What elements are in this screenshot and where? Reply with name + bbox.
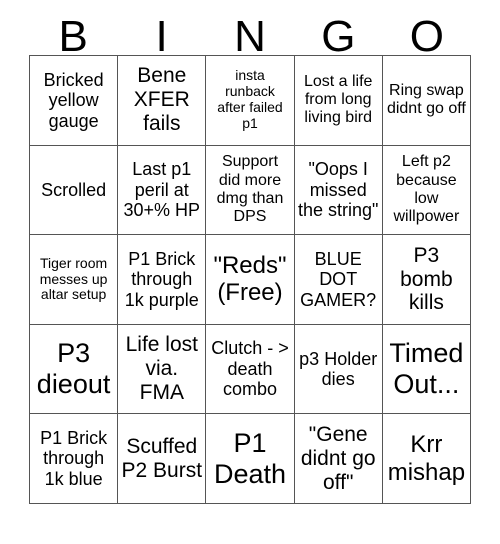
bingo-cell[interactable]: Left p2 because low willpower [382,145,471,236]
bingo-cell[interactable]: Ring swap didnt go off [382,56,471,146]
bingo-cell[interactable]: insta runback after failed p1 [206,56,295,146]
bingo-cell-label: P1 Brick through 1k blue [40,427,108,489]
bingo-cell[interactable]: Bricked yellow gauge [30,56,119,146]
bingo-cell-label: Scuffed P2 Burst [121,434,203,482]
bingo-cell[interactable]: Last p1 peril at 30+% HP [118,145,207,236]
bingo-cell-label: BLUE DOT GAMER? [300,248,377,310]
bingo-cell[interactable]: p3 Holder dies [294,324,383,415]
bingo-cell[interactable]: P1 Brick through 1k blue [30,414,119,504]
bingo-cell-label: Left p2 because low willpower [393,153,460,226]
bingo-cell-label: Clutch - > death combo [211,338,289,400]
bingo-cell-label: P1 Brick through 1k purple [124,248,199,310]
bingo-cell[interactable]: Lost a life from long living bird [294,56,383,146]
bingo-cell-label: Tiger room messes up altar setup [39,254,108,303]
bingo-cell[interactable]: P1 Death [206,414,295,504]
bingo-cell[interactable]: Life lost via. FMA [118,324,207,415]
bingo-cell-label: Last p1 peril at 30+% HP [123,159,201,221]
bingo-cell[interactable]: "Oops I missed the string" [294,145,383,236]
bingo-cell[interactable]: Scrolled [30,145,119,236]
bingo-cell-label: "Oops I missed the string" [297,159,379,221]
bingo-grid: Bricked yellow gauge Bene XFER fails ins… [29,55,471,504]
bingo-cell-label: P3 bomb kills [400,243,453,315]
bingo-cell-label: Timed Out... [389,338,464,400]
bingo-cell-label: Support did more dmg than DPS [216,153,284,226]
bingo-cell-label: P1 Death [213,427,287,489]
bingo-cell-free[interactable]: "Reds" (Free) [206,235,295,325]
bingo-cell-label: "Reds" (Free) [213,252,287,307]
bingo-header-letter-g: G [321,12,356,61]
bingo-cell-label: p3 Holder dies [299,348,378,390]
bingo-cell-label: "Gene didnt go off" [300,422,376,494]
bingo-cell[interactable]: P1 Brick through 1k purple [118,235,207,325]
bingo-cell[interactable]: P3 bomb kills [382,235,471,325]
bingo-header-letter-o: O [409,12,444,61]
bingo-cell[interactable]: Bene XFER fails [118,56,207,146]
bingo-cell[interactable]: Support did more dmg than DPS [206,145,295,236]
bingo-header-letter-i: I [155,12,168,61]
bingo-header-letter-b: B [58,12,88,61]
bingo-cell-label: Krr mishap [387,431,466,486]
bingo-cell[interactable]: BLUE DOT GAMER? [294,235,383,325]
bingo-header: B I N G O [29,0,471,61]
bingo-cell-label: Bricked yellow gauge [43,69,104,131]
bingo-cell[interactable]: Krr mishap [382,414,471,504]
bingo-cell[interactable]: Scuffed P2 Burst [118,414,207,504]
bingo-cell[interactable]: Tiger room messes up altar setup [30,235,119,325]
bingo-cell[interactable]: Clutch - > death combo [206,324,295,415]
bingo-header-letter-n: N [234,12,266,61]
bingo-cell-label: Life lost via. FMA [125,333,198,405]
bingo-cell-label: Bene XFER fails [133,64,190,136]
bingo-cell-label: insta runback after failed p1 [217,67,283,132]
bingo-cell-label: Lost a life from long living bird [303,72,373,127]
bingo-cell[interactable]: "Gene didnt go off" [294,414,383,504]
bingo-card: B I N G O Bricked yellow gauge Bene XFER… [0,0,500,544]
bingo-cell-label: P3 dieout [36,338,111,400]
bingo-cell-label: Ring swap didnt go off [386,82,466,118]
bingo-cell-label: Scrolled [41,179,107,200]
bingo-cell[interactable]: P3 dieout [30,324,119,415]
bingo-cell[interactable]: Timed Out... [382,324,471,415]
